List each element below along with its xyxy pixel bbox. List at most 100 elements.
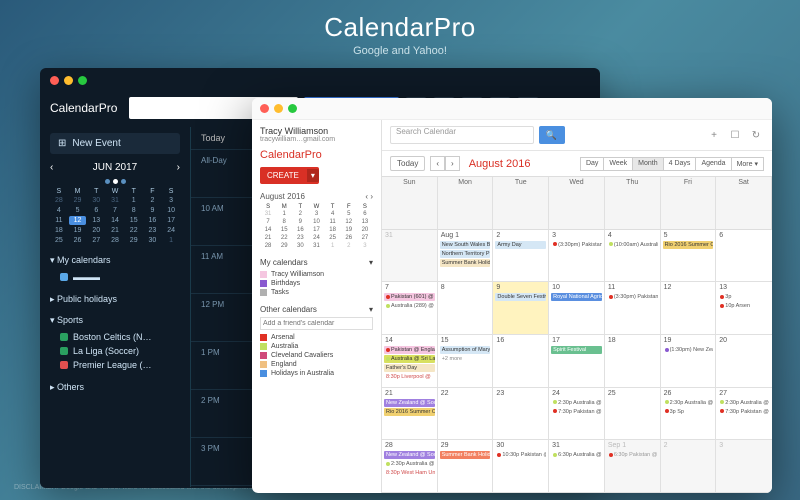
event-chip[interactable]: New Zealand @ South Africa: [384, 399, 435, 407]
mini-day[interactable]: 29: [69, 196, 87, 205]
mini-day[interactable]: 8: [125, 206, 143, 215]
day-cell[interactable]: 20: [716, 335, 772, 388]
day-cell[interactable]: 31: [382, 230, 438, 283]
event-chip[interactable]: 3p Sp: [663, 408, 714, 416]
mini-day[interactable]: 27: [357, 234, 373, 242]
mini-day[interactable]: 24: [162, 226, 180, 235]
mini-day[interactable]: 9: [292, 218, 308, 226]
mini-day[interactable]: 28: [106, 236, 124, 245]
search-button[interactable]: 🔍: [539, 126, 565, 144]
mini-day[interactable]: 21: [106, 226, 124, 235]
mini-day[interactable]: 3: [357, 242, 373, 250]
event-chip[interactable]: Australia (289) @ Sri Lanka (518): [384, 302, 435, 310]
event-chip[interactable]: 7:30p Pakistan @: [551, 408, 602, 416]
mini-day[interactable]: 14: [260, 226, 276, 234]
mini-day[interactable]: 28: [50, 196, 68, 205]
calendar-item[interactable]: La Liga (Soccer): [54, 344, 180, 358]
event-chip[interactable]: 2:30p Australia @ S: [384, 460, 435, 468]
day-cell[interactable]: 14Pakistan @ EnglandAustralia @ Sri Lank…: [382, 335, 438, 388]
view-tab[interactable]: Day: [580, 157, 604, 171]
mini-day[interactable]: 9: [144, 206, 162, 215]
other-calendars-header[interactable]: Other calendars▾: [260, 305, 373, 314]
event-chip[interactable]: +2 more: [440, 355, 491, 363]
mini-day[interactable]: 10: [308, 218, 324, 226]
day-cell[interactable]: 21New Zealand @ South AfricaRio 2016 Sum…: [382, 388, 438, 441]
mini-day[interactable]: 25: [325, 234, 341, 242]
mini-day[interactable]: 21: [260, 234, 276, 242]
mini-day[interactable]: 8: [276, 218, 292, 226]
next-icon[interactable]: ›: [445, 156, 460, 171]
day-cell[interactable]: 12: [661, 282, 717, 335]
event-chip[interactable]: 3p: [718, 293, 770, 301]
event-chip[interactable]: Australia @ Sri Lanka: [384, 355, 435, 363]
section-header[interactable]: ▾ My calendars: [50, 255, 180, 266]
mini-day[interactable]: 11: [50, 216, 68, 225]
mini-day[interactable]: 27: [87, 236, 105, 245]
day-cell[interactable]: 2: [661, 440, 717, 493]
today-button[interactable]: Today: [390, 156, 425, 171]
mini-day[interactable]: 20: [87, 226, 105, 235]
day-cell[interactable]: Aug 1New South Wales BanNorthern Territo…: [438, 230, 494, 283]
day-cell[interactable]: 17Spirit Festival: [549, 335, 605, 388]
mini-day[interactable]: 16: [292, 226, 308, 234]
page-icon[interactable]: ☐: [727, 127, 743, 143]
mini-day[interactable]: 22: [125, 226, 143, 235]
day-cell[interactable]: 2Army Day: [493, 230, 549, 283]
minimize-icon[interactable]: [274, 104, 283, 113]
calendar-item[interactable]: Tracy Williamson: [260, 270, 373, 279]
mini-day[interactable]: 2: [292, 210, 308, 218]
day-cell[interactable]: 11(3:30pm) Pakistan @ England: [605, 282, 661, 335]
zoom-icon[interactable]: [78, 76, 87, 85]
mini-day[interactable]: 23: [144, 226, 162, 235]
mini-day[interactable]: 29: [125, 236, 143, 245]
day-cell[interactable]: 4(10:00am) Australia (289) @ Sri Lanka (…: [605, 230, 661, 283]
mini-day[interactable]: 12: [69, 216, 87, 225]
mini-day[interactable]: 19: [341, 226, 357, 234]
mini-day[interactable]: 1: [125, 196, 143, 205]
calendar-item[interactable]: Birthdays: [260, 279, 373, 288]
new-event-button[interactable]: ⊞ New Event: [50, 133, 180, 154]
day-cell[interactable]: 16: [493, 335, 549, 388]
mini-day[interactable]: 17: [162, 216, 180, 225]
mini-day[interactable]: 19: [69, 226, 87, 235]
day-cell[interactable]: 15Assumption of Mary+2 more: [438, 335, 494, 388]
event-chip[interactable]: 6:30p Pakistan @: [607, 451, 658, 459]
event-chip[interactable]: 2:30p Australia @: [551, 399, 602, 407]
day-cell[interactable]: 19(1:30pm) New Zealand @: [661, 335, 717, 388]
event-chip[interactable]: Double Seven Festival: [495, 293, 546, 301]
mini-day[interactable]: 16: [144, 216, 162, 225]
view-tab[interactable]: Agenda: [696, 157, 731, 171]
mini-day[interactable]: 6: [357, 210, 373, 218]
event-chip[interactable]: Spirit Festival: [551, 346, 602, 354]
day-cell[interactable]: 316:30p Australia @ S: [549, 440, 605, 493]
day-cell[interactable]: 5Rio 2016 Summer Olym: [661, 230, 717, 283]
mini-day[interactable]: 7: [106, 206, 124, 215]
calendar-item[interactable]: Premier League (…: [54, 358, 180, 372]
mini-day[interactable]: 23: [292, 234, 308, 242]
add-friend-input[interactable]: [260, 317, 373, 330]
day-cell[interactable]: 8: [438, 282, 494, 335]
event-chip[interactable]: Summer Bank Holiday: [440, 259, 491, 267]
create-button[interactable]: CREATE ▾: [260, 167, 319, 184]
mini-day[interactable]: 31: [308, 242, 324, 250]
event-chip[interactable]: 8:30p West Ham Un: [384, 469, 435, 477]
mini-calendar[interactable]: SMTWTFS311234567891011121314151617181920…: [260, 204, 373, 250]
mini-day[interactable]: 18: [50, 226, 68, 235]
view-tab[interactable]: Week: [604, 157, 633, 171]
mini-day[interactable]: 22: [276, 234, 292, 242]
day-cell[interactable]: 28New Zealand @ South Africa2:30p Austra…: [382, 440, 438, 493]
mini-day[interactable]: 17: [308, 226, 324, 234]
day-cell[interactable]: 23: [493, 388, 549, 441]
mini-day[interactable]: 15: [276, 226, 292, 234]
mini-day[interactable]: 2: [341, 242, 357, 250]
mini-day[interactable]: 14: [106, 216, 124, 225]
day-cell[interactable]: 242:30p Australia @7:30p Pakistan @: [549, 388, 605, 441]
calendar-item[interactable]: England: [260, 360, 373, 369]
mini-day[interactable]: 12: [341, 218, 357, 226]
calendar-item[interactable]: Holidays in Australia: [260, 369, 373, 378]
section-header[interactable]: ▾ Sports: [50, 315, 180, 326]
mini-day[interactable]: 25: [50, 236, 68, 245]
mini-day[interactable]: 30: [87, 196, 105, 205]
day-cell[interactable]: 6: [716, 230, 772, 283]
mini-day[interactable]: 1: [162, 236, 180, 245]
